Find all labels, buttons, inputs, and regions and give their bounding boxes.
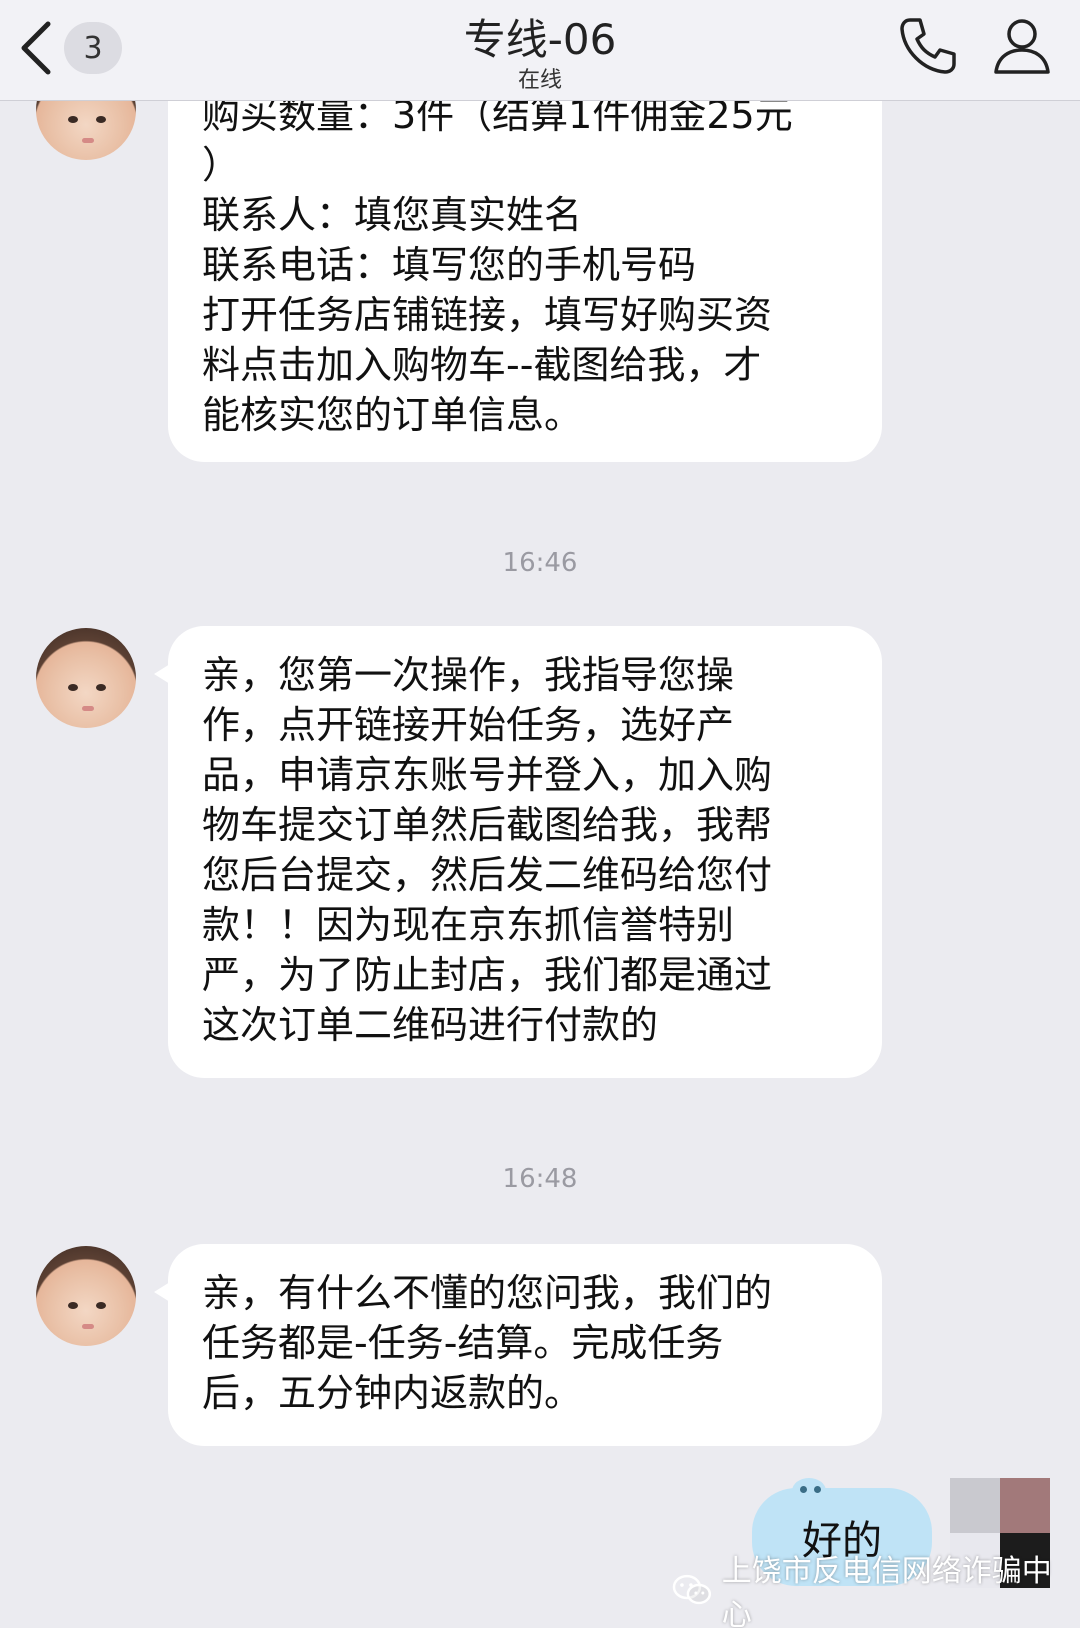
avatar-eye xyxy=(96,1302,106,1309)
message-line: 款！！因为现在京东抓信誉特别 xyxy=(202,903,735,947)
message-line: 您后台提交，然后发二维码给您付 xyxy=(202,853,773,897)
watermark-text: 上饶市反电信网络诈骗中心 xyxy=(721,1554,1052,1628)
avatar-mouth xyxy=(82,1324,94,1329)
timestamp: 16:48 xyxy=(502,1164,578,1194)
message-line: 品，申请京东账号并登入，加入购 xyxy=(202,753,773,797)
message-line: 亲，有什么不懂的您问我，我们的 xyxy=(202,1271,773,1315)
bubble-tail xyxy=(154,1282,170,1302)
bubble-tail xyxy=(154,664,170,684)
avatar-eye xyxy=(68,684,78,691)
bubble-eye xyxy=(814,1486,821,1493)
phone-icon[interactable] xyxy=(896,14,960,78)
avatar-mouth xyxy=(82,138,94,143)
profile-icon[interactable] xyxy=(990,14,1054,78)
message-line: 亲，您第一次操作，我指导您操 xyxy=(202,653,735,697)
message-line: 料点击加入购物车--截图给我，才 xyxy=(202,343,762,387)
wechat-icon xyxy=(672,1574,712,1605)
message-line: 任务都是-任务-结算。完成任务 xyxy=(202,1321,724,1365)
message-line: 能核实您的订单信息。 xyxy=(202,393,583,437)
chat-screen: 3 专线-06 在线 购买数量：3件（结算1件佣金25元 ） 联系人：填您真实姓… xyxy=(0,0,1080,1628)
message-line: 联系电话：填写您的手机号码 xyxy=(202,243,697,287)
avatar-eye xyxy=(96,116,106,123)
message-line: 严，为了防止封店，我们都是通过 xyxy=(202,953,773,997)
message-line: 后，五分钟内返款的。 xyxy=(202,1371,583,1415)
bubble-ear xyxy=(792,1478,826,1504)
message-line: ） xyxy=(202,143,241,187)
avatar-pixel xyxy=(950,1478,1000,1533)
avatar-eye xyxy=(68,116,78,123)
message-line: 这次订单二维码进行付款的 xyxy=(202,1003,659,1047)
message-line: 联系人：填您真实姓名 xyxy=(202,193,583,237)
avatar-eye xyxy=(96,684,106,691)
contact-avatar[interactable] xyxy=(36,1246,136,1346)
contact-avatar[interactable] xyxy=(36,628,136,728)
watermark: 上饶市反电信网络诈骗中心 xyxy=(672,1554,1080,1628)
message-bubble[interactable]: 亲，您第一次操作，我指导您操 作，点开链接开始任务，选好产 品，申请京东账号并登… xyxy=(154,626,882,1078)
message-bubble[interactable]: 亲，有什么不懂的您问我，我们的 任务都是-任务-结算。完成任务 后，五分钟内返款… xyxy=(154,1244,882,1446)
message-line: 打开任务店铺链接，填写好购买资 xyxy=(202,293,773,337)
bubble-eye xyxy=(800,1486,807,1493)
message-line: 作，点开链接开始任务，选好产 xyxy=(202,703,735,747)
timestamp: 16:46 xyxy=(502,548,578,578)
avatar-mouth xyxy=(82,706,94,711)
message-line: 物车提交订单然后截图给我，我帮 xyxy=(202,803,773,847)
avatar-eye xyxy=(68,1302,78,1309)
chat-header: 3 专线-06 在线 xyxy=(0,0,1080,101)
avatar-pixel xyxy=(1000,1478,1050,1533)
message-bubble[interactable]: 购买数量：3件（结算1件佣金25元 ） 联系人：填您真实姓名 联系电话：填写您的… xyxy=(168,56,882,462)
